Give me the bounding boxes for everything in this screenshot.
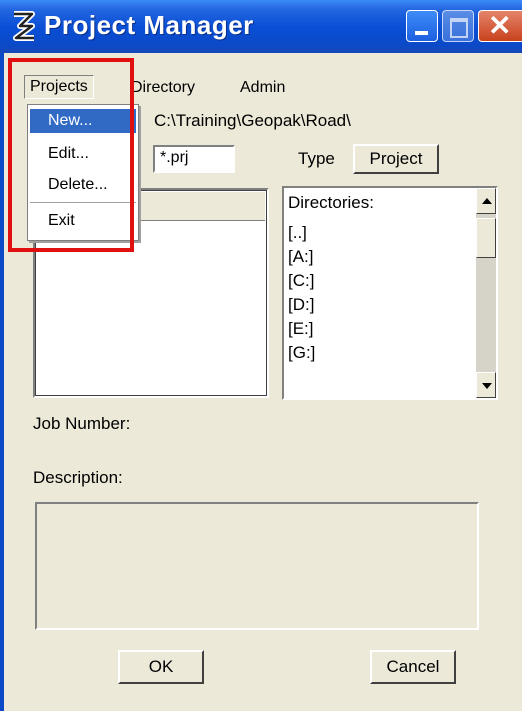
directories-scrollbar[interactable] [476, 188, 496, 398]
scroll-down-button[interactable] [476, 372, 496, 398]
cancel-button[interactable]: Cancel [370, 650, 456, 684]
list-item[interactable]: [D:] [288, 293, 315, 317]
red-highlight-box [8, 58, 134, 252]
directory-entries: [..] [A:] [C:] [D:] [E:] [G:] [288, 221, 315, 365]
list-item[interactable]: [A:] [288, 245, 315, 269]
description-label: Description: [33, 468, 123, 487]
list-item[interactable]: [G:] [288, 341, 315, 365]
directories-header: Directories: [288, 193, 374, 212]
filter-input[interactable]: *.prj [153, 145, 235, 173]
current-path: C:\Training\Geopak\Road\ [154, 111, 351, 130]
geopak-app-icon [13, 11, 35, 41]
window-border [0, 53, 4, 711]
type-project-button[interactable]: Project [353, 144, 439, 174]
type-label: Type [298, 149, 335, 168]
title-bar[interactable]: Project Manager ✕ [0, 0, 522, 53]
ok-button[interactable]: OK [118, 650, 204, 684]
arrow-up-icon [482, 198, 492, 204]
maximize-button[interactable] [442, 10, 474, 42]
scroll-up-button[interactable] [476, 188, 496, 214]
menu-admin[interactable]: Admin [240, 79, 285, 97]
scroll-thumb[interactable] [476, 218, 496, 258]
description-field[interactable] [35, 502, 479, 630]
close-button[interactable]: ✕ [478, 10, 522, 42]
list-item[interactable]: [C:] [288, 269, 315, 293]
minimize-button[interactable] [406, 10, 438, 42]
directories-list[interactable]: Directories: [..] [A:] [C:] [D:] [E:] [G… [282, 186, 498, 400]
close-icon: ✕ [488, 10, 512, 41]
job-number-label: Job Number: [33, 414, 131, 433]
list-item[interactable]: [..] [288, 221, 315, 245]
project-manager-window: Project Manager ✕ Projects Directory Adm… [0, 0, 522, 711]
list-item[interactable]: [E:] [288, 317, 315, 341]
window-title: Project Manager [44, 10, 254, 40]
menu-directory[interactable]: Directory [131, 79, 195, 97]
arrow-down-icon [482, 383, 492, 389]
